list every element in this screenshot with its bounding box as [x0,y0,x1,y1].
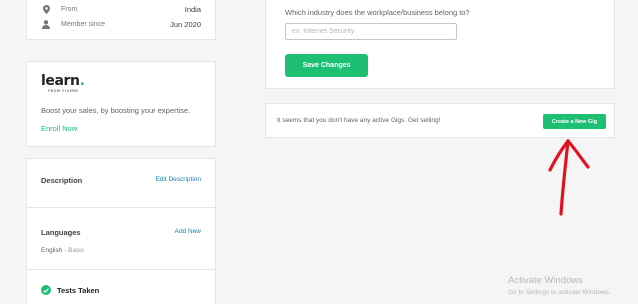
industry-question: Which industry does the workplace/busine… [285,8,470,17]
annotation-arrow-icon [548,139,590,216]
from-row: From India [41,3,201,15]
language-level: Basic [68,247,85,254]
edit-description-link[interactable]: Edit Description [155,176,201,183]
tests-taken-heading: Tests Taken [41,285,99,295]
create-new-gig-button[interactable]: Create a New Gig [543,114,606,129]
user-icon [41,19,51,29]
no-gigs-message: It seems that you don't have any active … [277,117,441,124]
divider [27,269,215,270]
from-value: India [184,4,201,14]
language-name: English [41,247,63,254]
profile-info-card: From India Member since Jun 2020 [26,0,216,40]
member-since-value: Jun 2020 [170,19,201,29]
add-language-link[interactable]: Add New [175,228,201,235]
member-since-row: Member since Jun 2020 [41,18,201,30]
from-label: From [61,5,78,13]
active-gigs-card: It seems that you don't have any active … [265,103,615,138]
check-circle-icon [41,285,51,295]
language-entry: English - Basic [41,247,84,254]
member-since-label: Member since [61,20,105,28]
learn-logo-word: learn [41,73,80,89]
learn-logo: learn. FROM FIVERR [41,74,85,93]
learn-logo-dot: . [79,73,85,89]
description-title: Description [41,176,83,185]
industry-card: Which industry does the workplace/busine… [265,0,615,89]
learn-description: Boost your sales, by boosting your exper… [41,106,191,115]
languages-title: Languages [41,228,81,237]
enroll-now-link[interactable]: Enroll Now [41,124,77,133]
industry-input[interactable] [285,23,457,40]
tests-taken-title: Tests Taken [57,285,100,295]
location-pin-icon [41,4,51,14]
learn-promo-card: learn. FROM FIVERR Boost your sales, by … [26,61,216,147]
profile-details-card: Description Edit Description Languages A… [26,158,216,304]
learn-logo-subtitle: FROM FIVERR [48,89,79,93]
divider [27,207,215,208]
activate-windows-subtitle: Go to Settings to activate Windows. [508,289,611,296]
activate-windows-title: Activate Windows [508,275,583,286]
save-changes-button[interactable]: Save Changes [285,54,368,77]
